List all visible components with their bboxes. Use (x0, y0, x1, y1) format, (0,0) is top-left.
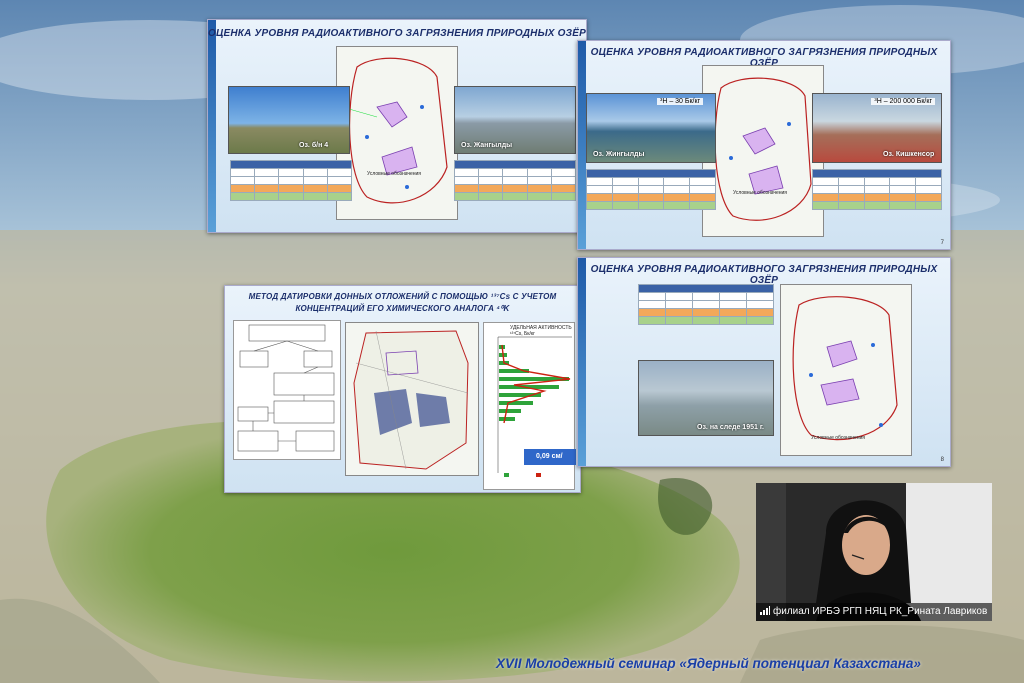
slide-accent-strip (578, 258, 586, 466)
map-image (345, 322, 479, 476)
map-legend-title: Условные обозначения (811, 435, 866, 441)
slide-4: ОЦЕНКА УРОВНЯ РАДИОАКТИВНОГО ЗАГРЯЗНЕНИЯ… (577, 257, 951, 467)
participant-name: филиал ИРБЭ РГП НЯЦ РК_Рината Лавриков (773, 606, 988, 617)
photo-lake-right: ³H – 200 000 Бк/кг Оз. Кишкенсор (812, 93, 942, 163)
slide-page-number: 7 (940, 240, 944, 246)
map-image: Условные обозначения (702, 65, 824, 237)
photo-lake-left: ³H – 30 Бк/кг Оз. Жингылды (586, 93, 716, 163)
photo-caption: Оз. Жингылды (593, 151, 645, 158)
slide-accent-strip (208, 20, 216, 232)
slide-page-number: 8 (940, 457, 944, 463)
rate-badge: 0,09 см/ (524, 449, 576, 465)
photo-caption: Оз. на следе 1951 г. (697, 424, 764, 431)
depth-profile-chart: УДЕЛЬНАЯ АКТИВНОСТЬ ¹³⁷Cs, Бк/кг 0,09 см… (483, 322, 576, 490)
photo-lake-right: Оз. Жангылды (454, 86, 576, 154)
slide-title: ОЦЕНКА УРОВНЯ РАДИОАКТИВНОГО ЗАГРЯЗНЕНИЯ… (590, 264, 938, 286)
slide-1: ОЦЕНКА УРОВНЯ РАДИОАКТИВНОГО ЗАГРЯЗНЕНИЯ… (207, 19, 587, 233)
map-image: Условные обозначения (780, 284, 912, 456)
chart-header: УДЕЛЬНАЯ АКТИВНОСТЬ ¹³⁷Cs, Бк/кг (510, 325, 572, 337)
slide-title-line1: МЕТОД ДАТИРОВКИ ДОННЫХ ОТЛОЖЕНИЙ С ПОМОЩ… (248, 292, 557, 301)
photo-lake: Оз. на следе 1951 г. (638, 360, 774, 436)
map-image: Условные обозначения (336, 46, 458, 220)
map-legend-title: Условные обозначения (733, 190, 788, 196)
photo-lake-left: Оз. б/н 4 (228, 86, 350, 154)
data-table-right (812, 169, 942, 210)
slide-3: МЕТОД ДАТИРОВКИ ДОННЫХ ОТЛОЖЕНИЙ С ПОМОЩ… (224, 285, 581, 493)
photo-tag: ³H – 30 Бк/кг (657, 98, 704, 105)
slide-title-line2: КОНЦЕНТРАЦИЙ ЕГО ХИМИЧЕСКОГО АНАЛОГА ⁴⁰K (295, 304, 510, 313)
data-table-right (453, 160, 577, 201)
slide-accent-strip (578, 41, 586, 249)
slide-2: ОЦЕНКА УРОВНЯ РАДИОАКТИВНОГО ЗАГРЯЗНЕНИЯ… (577, 40, 951, 250)
data-table-left (586, 169, 716, 210)
slide-title: ОЦЕНКА УРОВНЯ РАДИОАКТИВНОГО ЗАГРЯЗНЕНИЯ… (208, 28, 586, 39)
flow-diagram (233, 320, 341, 460)
participant-video-tile[interactable]: филиал ИРБЭ РГП НЯЦ РК_Рината Лавриков (756, 483, 992, 621)
data-table (638, 284, 774, 325)
seminar-footer: XVII Молодежный семинар «Ядерный потенци… (496, 656, 921, 671)
signal-bars-icon (760, 606, 770, 615)
photo-tag: ³H – 200 000 Бк/кг (871, 98, 935, 105)
participant-video (756, 483, 992, 621)
data-table-left (229, 160, 353, 201)
photo-caption: Оз. Жангылды (461, 142, 513, 149)
photo-caption: Оз. Кишкенсор (883, 151, 935, 158)
photo-caption: Оз. б/н 4 (299, 142, 329, 149)
participant-name-bar: филиал ИРБЭ РГП НЯЦ РК_Рината Лавриков (756, 603, 992, 621)
map-legend-title: Условные обозначения (367, 171, 422, 177)
